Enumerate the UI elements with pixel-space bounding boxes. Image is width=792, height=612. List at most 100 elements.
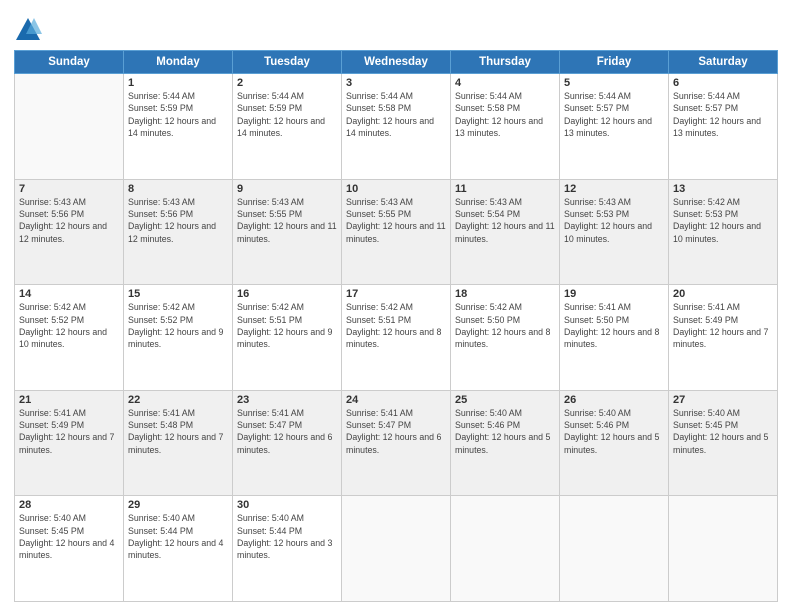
day-info: Sunrise: 5:43 AMSunset: 5:55 PMDaylight:… bbox=[346, 196, 446, 245]
calendar-day-cell: 23Sunrise: 5:41 AMSunset: 5:47 PMDayligh… bbox=[233, 390, 342, 496]
calendar-day-cell: 11Sunrise: 5:43 AMSunset: 5:54 PMDayligh… bbox=[451, 179, 560, 285]
calendar-day-cell: 17Sunrise: 5:42 AMSunset: 5:51 PMDayligh… bbox=[342, 285, 451, 391]
calendar-day-cell: 10Sunrise: 5:43 AMSunset: 5:55 PMDayligh… bbox=[342, 179, 451, 285]
day-info: Sunrise: 5:43 AMSunset: 5:56 PMDaylight:… bbox=[128, 196, 228, 245]
day-info: Sunrise: 5:42 AMSunset: 5:52 PMDaylight:… bbox=[19, 301, 119, 350]
day-number: 25 bbox=[455, 394, 555, 406]
weekday-header: Tuesday bbox=[233, 51, 342, 74]
day-number: 24 bbox=[346, 394, 446, 406]
calendar-day-cell: 12Sunrise: 5:43 AMSunset: 5:53 PMDayligh… bbox=[560, 179, 669, 285]
day-info: Sunrise: 5:42 AMSunset: 5:51 PMDaylight:… bbox=[346, 301, 446, 350]
calendar-day-cell: 13Sunrise: 5:42 AMSunset: 5:53 PMDayligh… bbox=[669, 179, 778, 285]
day-info: Sunrise: 5:40 AMSunset: 5:45 PMDaylight:… bbox=[19, 512, 119, 561]
day-info: Sunrise: 5:40 AMSunset: 5:44 PMDaylight:… bbox=[237, 512, 337, 561]
day-info: Sunrise: 5:44 AMSunset: 5:57 PMDaylight:… bbox=[673, 90, 773, 139]
day-info: Sunrise: 5:42 AMSunset: 5:51 PMDaylight:… bbox=[237, 301, 337, 350]
day-number: 10 bbox=[346, 183, 446, 195]
day-info: Sunrise: 5:43 AMSunset: 5:56 PMDaylight:… bbox=[19, 196, 119, 245]
day-number: 13 bbox=[673, 183, 773, 195]
calendar-day-cell: 22Sunrise: 5:41 AMSunset: 5:48 PMDayligh… bbox=[124, 390, 233, 496]
weekday-header-row: SundayMondayTuesdayWednesdayThursdayFrid… bbox=[15, 51, 778, 74]
day-number: 1 bbox=[128, 77, 228, 89]
day-number: 28 bbox=[19, 499, 119, 511]
day-number: 11 bbox=[455, 183, 555, 195]
day-number: 19 bbox=[564, 288, 664, 300]
calendar-day-cell: 16Sunrise: 5:42 AMSunset: 5:51 PMDayligh… bbox=[233, 285, 342, 391]
weekday-header: Thursday bbox=[451, 51, 560, 74]
header bbox=[14, 12, 778, 44]
day-info: Sunrise: 5:41 AMSunset: 5:47 PMDaylight:… bbox=[237, 407, 337, 456]
calendar-week-row: 7Sunrise: 5:43 AMSunset: 5:56 PMDaylight… bbox=[15, 179, 778, 285]
logo bbox=[14, 16, 46, 44]
calendar-day-cell: 3Sunrise: 5:44 AMSunset: 5:58 PMDaylight… bbox=[342, 74, 451, 180]
day-info: Sunrise: 5:44 AMSunset: 5:57 PMDaylight:… bbox=[564, 90, 664, 139]
calendar-day-cell: 14Sunrise: 5:42 AMSunset: 5:52 PMDayligh… bbox=[15, 285, 124, 391]
day-number: 20 bbox=[673, 288, 773, 300]
day-number: 23 bbox=[237, 394, 337, 406]
calendar-day-cell bbox=[560, 496, 669, 602]
calendar-day-cell: 4Sunrise: 5:44 AMSunset: 5:58 PMDaylight… bbox=[451, 74, 560, 180]
day-number: 12 bbox=[564, 183, 664, 195]
day-number: 27 bbox=[673, 394, 773, 406]
day-number: 15 bbox=[128, 288, 228, 300]
day-info: Sunrise: 5:40 AMSunset: 5:44 PMDaylight:… bbox=[128, 512, 228, 561]
weekday-header: Monday bbox=[124, 51, 233, 74]
day-info: Sunrise: 5:40 AMSunset: 5:46 PMDaylight:… bbox=[455, 407, 555, 456]
logo-icon bbox=[14, 16, 42, 44]
day-info: Sunrise: 5:43 AMSunset: 5:54 PMDaylight:… bbox=[455, 196, 555, 245]
day-info: Sunrise: 5:44 AMSunset: 5:58 PMDaylight:… bbox=[346, 90, 446, 139]
day-number: 18 bbox=[455, 288, 555, 300]
day-info: Sunrise: 5:41 AMSunset: 5:47 PMDaylight:… bbox=[346, 407, 446, 456]
calendar-day-cell: 18Sunrise: 5:42 AMSunset: 5:50 PMDayligh… bbox=[451, 285, 560, 391]
day-number: 22 bbox=[128, 394, 228, 406]
calendar-day-cell: 21Sunrise: 5:41 AMSunset: 5:49 PMDayligh… bbox=[15, 390, 124, 496]
calendar-day-cell: 5Sunrise: 5:44 AMSunset: 5:57 PMDaylight… bbox=[560, 74, 669, 180]
day-info: Sunrise: 5:42 AMSunset: 5:50 PMDaylight:… bbox=[455, 301, 555, 350]
calendar-day-cell: 19Sunrise: 5:41 AMSunset: 5:50 PMDayligh… bbox=[560, 285, 669, 391]
weekday-header: Saturday bbox=[669, 51, 778, 74]
calendar-day-cell: 2Sunrise: 5:44 AMSunset: 5:59 PMDaylight… bbox=[233, 74, 342, 180]
day-number: 3 bbox=[346, 77, 446, 89]
calendar-day-cell: 20Sunrise: 5:41 AMSunset: 5:49 PMDayligh… bbox=[669, 285, 778, 391]
day-number: 6 bbox=[673, 77, 773, 89]
day-info: Sunrise: 5:44 AMSunset: 5:59 PMDaylight:… bbox=[237, 90, 337, 139]
day-info: Sunrise: 5:41 AMSunset: 5:49 PMDaylight:… bbox=[19, 407, 119, 456]
calendar-day-cell: 29Sunrise: 5:40 AMSunset: 5:44 PMDayligh… bbox=[124, 496, 233, 602]
day-info: Sunrise: 5:41 AMSunset: 5:49 PMDaylight:… bbox=[673, 301, 773, 350]
calendar-day-cell bbox=[342, 496, 451, 602]
day-info: Sunrise: 5:44 AMSunset: 5:59 PMDaylight:… bbox=[128, 90, 228, 139]
calendar-day-cell: 7Sunrise: 5:43 AMSunset: 5:56 PMDaylight… bbox=[15, 179, 124, 285]
calendar-day-cell: 25Sunrise: 5:40 AMSunset: 5:46 PMDayligh… bbox=[451, 390, 560, 496]
day-info: Sunrise: 5:42 AMSunset: 5:52 PMDaylight:… bbox=[128, 301, 228, 350]
calendar-day-cell: 28Sunrise: 5:40 AMSunset: 5:45 PMDayligh… bbox=[15, 496, 124, 602]
calendar-day-cell: 8Sunrise: 5:43 AMSunset: 5:56 PMDaylight… bbox=[124, 179, 233, 285]
calendar-day-cell bbox=[15, 74, 124, 180]
day-number: 7 bbox=[19, 183, 119, 195]
calendar-day-cell: 26Sunrise: 5:40 AMSunset: 5:46 PMDayligh… bbox=[560, 390, 669, 496]
calendar-week-row: 1Sunrise: 5:44 AMSunset: 5:59 PMDaylight… bbox=[15, 74, 778, 180]
calendar-week-row: 28Sunrise: 5:40 AMSunset: 5:45 PMDayligh… bbox=[15, 496, 778, 602]
calendar-day-cell: 15Sunrise: 5:42 AMSunset: 5:52 PMDayligh… bbox=[124, 285, 233, 391]
day-number: 30 bbox=[237, 499, 337, 511]
day-number: 17 bbox=[346, 288, 446, 300]
day-info: Sunrise: 5:44 AMSunset: 5:58 PMDaylight:… bbox=[455, 90, 555, 139]
calendar-day-cell: 24Sunrise: 5:41 AMSunset: 5:47 PMDayligh… bbox=[342, 390, 451, 496]
day-info: Sunrise: 5:43 AMSunset: 5:55 PMDaylight:… bbox=[237, 196, 337, 245]
weekday-header: Sunday bbox=[15, 51, 124, 74]
calendar-day-cell bbox=[669, 496, 778, 602]
calendar-week-row: 21Sunrise: 5:41 AMSunset: 5:49 PMDayligh… bbox=[15, 390, 778, 496]
calendar-day-cell: 6Sunrise: 5:44 AMSunset: 5:57 PMDaylight… bbox=[669, 74, 778, 180]
calendar-table: SundayMondayTuesdayWednesdayThursdayFrid… bbox=[14, 50, 778, 602]
day-number: 21 bbox=[19, 394, 119, 406]
calendar-day-cell: 9Sunrise: 5:43 AMSunset: 5:55 PMDaylight… bbox=[233, 179, 342, 285]
calendar-day-cell: 1Sunrise: 5:44 AMSunset: 5:59 PMDaylight… bbox=[124, 74, 233, 180]
day-number: 4 bbox=[455, 77, 555, 89]
day-number: 26 bbox=[564, 394, 664, 406]
day-info: Sunrise: 5:40 AMSunset: 5:46 PMDaylight:… bbox=[564, 407, 664, 456]
day-number: 8 bbox=[128, 183, 228, 195]
calendar-day-cell: 27Sunrise: 5:40 AMSunset: 5:45 PMDayligh… bbox=[669, 390, 778, 496]
calendar-day-cell: 30Sunrise: 5:40 AMSunset: 5:44 PMDayligh… bbox=[233, 496, 342, 602]
day-number: 2 bbox=[237, 77, 337, 89]
day-info: Sunrise: 5:43 AMSunset: 5:53 PMDaylight:… bbox=[564, 196, 664, 245]
day-number: 29 bbox=[128, 499, 228, 511]
